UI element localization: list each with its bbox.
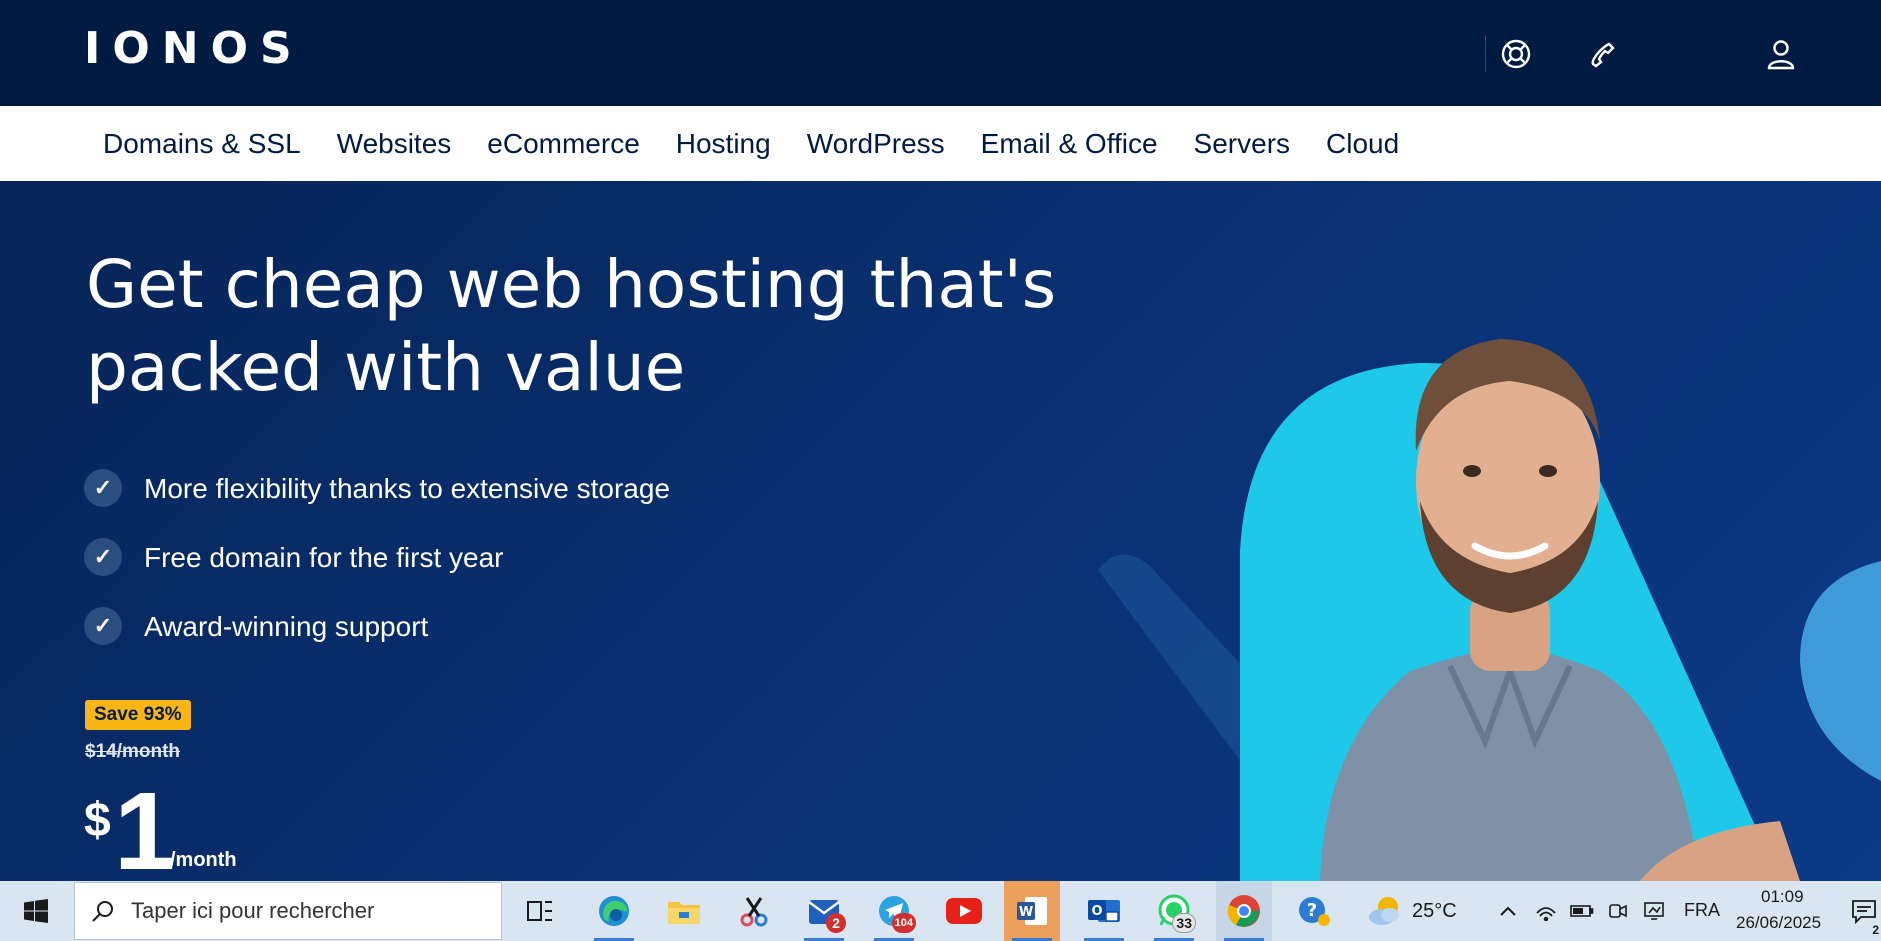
price-currency: $ — [84, 794, 111, 847]
weather-temperature: 25°C — [1412, 899, 1457, 922]
svg-text:?: ? — [1307, 900, 1317, 921]
ionos-logo[interactable]: IONOS — [84, 22, 304, 76]
feature-item: ✓ Award-winning support — [84, 607, 670, 676]
nav-domains-ssl[interactable]: Domains & SSL — [103, 106, 301, 181]
youtube-icon[interactable] — [936, 881, 992, 941]
clock-date[interactable]: 26/06/2025 — [1736, 913, 1821, 933]
task-view-icon[interactable] — [512, 881, 568, 941]
word-icon[interactable]: W — [1004, 881, 1060, 941]
search-placeholder: Taper ici pour rechercher — [131, 898, 375, 923]
checkmark-icon: ✓ — [84, 607, 122, 645]
nav-cloud[interactable]: Cloud — [1326, 106, 1399, 181]
clock-time[interactable]: 01:09 — [1761, 887, 1804, 907]
price-amount: 1 — [114, 770, 176, 882]
mail-badge: 2 — [826, 913, 846, 933]
hero-title-line-1: Get cheap web hosting that's — [86, 246, 1057, 323]
svg-text:O: O — [1091, 904, 1102, 919]
feature-text: Award-winning support — [144, 611, 429, 642]
checkmark-icon: ✓ — [84, 538, 122, 576]
feature-text: More flexibility thanks to extensive sto… — [144, 473, 671, 504]
original-price: $14/month — [85, 741, 181, 762]
telegram-icon[interactable]: 104 — [866, 881, 922, 941]
search-icon — [91, 899, 115, 923]
input-language-indicator[interactable]: FRA — [1684, 900, 1720, 921]
feature-text: Free domain for the first year — [144, 542, 504, 573]
nav-hosting[interactable]: Hosting — [676, 106, 771, 181]
hero-title-line-2: packed with value — [86, 329, 686, 406]
taskbar-search-box[interactable]: Taper ici pour rechercher — [74, 882, 502, 940]
battery-icon[interactable] — [1566, 881, 1598, 941]
header-divider — [1485, 36, 1486, 72]
edge-icon[interactable] — [586, 881, 642, 941]
mail-app-icon[interactable]: 2 — [796, 881, 852, 941]
chrome-icon[interactable] — [1216, 881, 1272, 941]
hero-title: Get cheap web hosting that's packed with… — [86, 243, 1086, 409]
site-header: IONOS — [0, 0, 1881, 106]
help-app-icon[interactable]: ? — [1286, 881, 1342, 941]
show-hidden-icons-chevron-icon[interactable] — [1492, 881, 1524, 941]
outlook-icon[interactable]: O — [1076, 881, 1132, 941]
whatsapp-badge: 33 — [1172, 913, 1196, 933]
feature-item: ✓ Free domain for the first year — [84, 538, 670, 607]
help-lifebuoy-icon[interactable] — [1496, 34, 1536, 74]
person-left-eye — [1463, 465, 1481, 477]
wifi-icon[interactable] — [1530, 881, 1562, 941]
windows-taskbar: Taper ici pour rechercher 2 104 W O 33 ?… — [0, 881, 1881, 941]
display-icon[interactable] — [1638, 881, 1670, 941]
nav-email-office[interactable]: Email & Office — [981, 106, 1158, 181]
price-period: /month — [170, 849, 237, 871]
nav-servers[interactable]: Servers — [1194, 106, 1290, 181]
checkmark-icon: ✓ — [84, 469, 122, 507]
discount-badge: Save 93% — [85, 700, 191, 730]
notification-center-icon[interactable]: 2 — [1846, 881, 1881, 941]
feature-list: ✓ More flexibility thanks to extensive s… — [84, 469, 670, 676]
notification-count: 2 — [1872, 923, 1879, 937]
user-account-icon[interactable] — [1761, 34, 1801, 74]
nav-ecommerce[interactable]: eCommerce — [487, 106, 639, 181]
hero-illustration — [1098, 339, 1881, 881]
nav-wordpress[interactable]: WordPress — [807, 106, 945, 181]
windows-start-icon[interactable] — [0, 881, 72, 941]
svg-text:W: W — [1019, 905, 1033, 920]
phone-icon[interactable] — [1583, 34, 1623, 74]
file-explorer-icon[interactable] — [656, 881, 712, 941]
telegram-badge: 104 — [891, 913, 916, 933]
hero-section: Get cheap web hosting that's packed with… — [0, 181, 1881, 881]
person-right-eye — [1539, 465, 1557, 477]
whatsapp-icon[interactable]: 33 — [1146, 881, 1202, 941]
nav-websites[interactable]: Websites — [337, 106, 452, 181]
main-navigation: Domains & SSL Websites eCommerce Hosting… — [0, 106, 1881, 181]
feature-item: ✓ More flexibility thanks to extensive s… — [84, 469, 670, 538]
snipping-tool-icon[interactable] — [726, 881, 782, 941]
weather-partly-cloudy-icon — [1366, 893, 1406, 929]
decorative-blue-blob — [1800, 561, 1881, 781]
camera-privacy-icon[interactable] — [1602, 881, 1634, 941]
weather-widget[interactable]: 25°C — [1360, 881, 1470, 941]
